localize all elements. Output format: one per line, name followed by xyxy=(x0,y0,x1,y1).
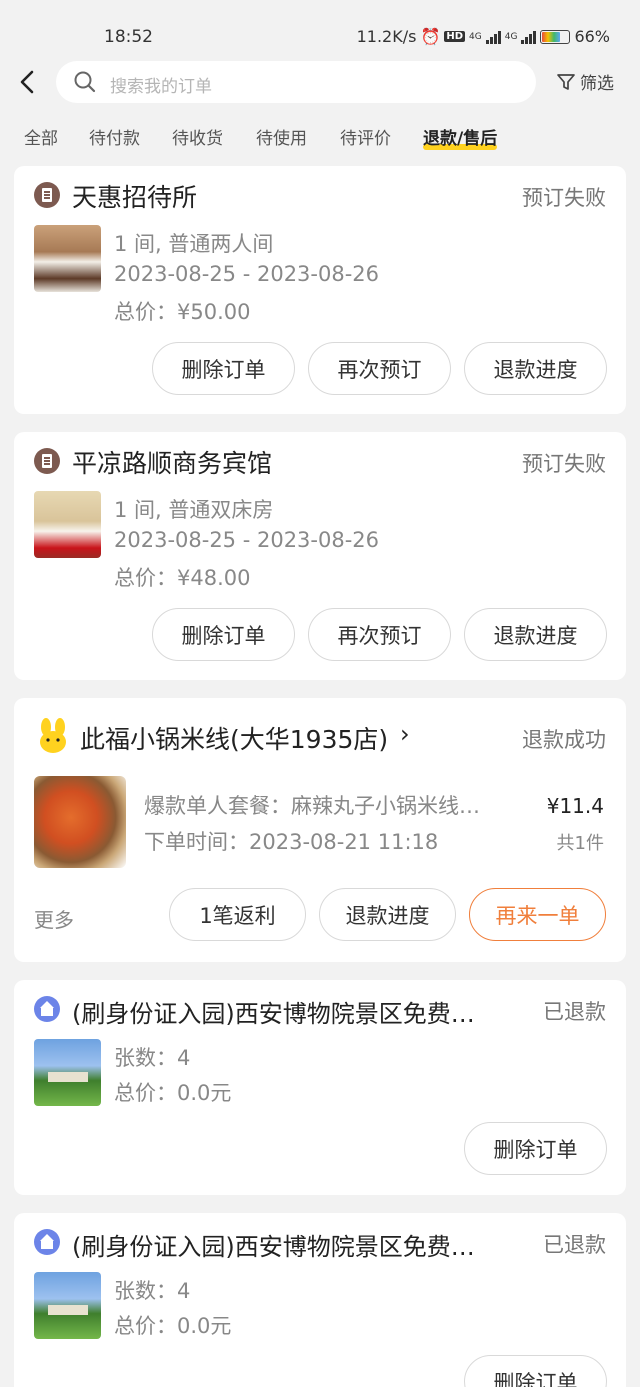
order-status: 退款成功 xyxy=(522,728,606,752)
tab-pending-use[interactable]: 待使用 xyxy=(256,124,307,149)
hotel-icon xyxy=(34,448,60,474)
room-type: 1 间, 普通双床房 xyxy=(114,498,274,522)
tab-pending-receipt[interactable]: 待收货 xyxy=(172,124,223,149)
search-bar-row: 搜索我的订单 筛选 xyxy=(0,60,640,104)
hotel-room-image xyxy=(34,491,101,558)
total-price: 总价：¥48.00 xyxy=(114,566,251,590)
delete-order-button[interactable]: 删除订单 xyxy=(464,1355,607,1387)
hotel-icon xyxy=(34,182,60,208)
order-card[interactable]: 平凉路顺商务宾馆 预订失败 1 间, 普通双床房 2023-08-25 - 20… xyxy=(14,432,626,680)
more-link[interactable]: 更多 xyxy=(34,904,74,933)
attraction-icon xyxy=(34,1229,60,1255)
museum-image xyxy=(34,1272,101,1339)
status-bar: 18:52 11.2K/s ⏰ HD 4G 4G 66% xyxy=(0,0,640,60)
order-card[interactable]: 天惠招待所 预订失败 1 间, 普通两人间 2023-08-25 - 2023-… xyxy=(14,166,626,414)
chevron-right-icon[interactable]: › xyxy=(400,720,410,748)
mascot-logo-icon xyxy=(40,718,66,753)
hotel-room-image xyxy=(34,225,101,292)
stay-dates: 2023-08-25 - 2023-08-26 xyxy=(114,528,380,552)
order-status: 已退款 xyxy=(543,1233,606,1257)
order-again-button[interactable]: 再来一单 xyxy=(469,888,606,941)
order-status: 已退款 xyxy=(543,1000,606,1024)
hd-badge: HD xyxy=(444,31,466,42)
room-type: 1 间, 普通两人间 xyxy=(114,232,274,256)
battery-level: 66% xyxy=(574,27,610,46)
attraction-icon xyxy=(34,996,60,1022)
rebate-button[interactable]: 1笔返利 xyxy=(169,888,306,941)
order-title: 平凉路顺商务宾馆 xyxy=(72,449,273,478)
tab-pending-payment[interactable]: 待付款 xyxy=(89,124,140,149)
refund-progress-button[interactable]: 退款进度 xyxy=(319,888,456,941)
tab-refund-aftersale[interactable]: 退款/售后 xyxy=(423,124,498,150)
status-icons: 11.2K/s ⏰ HD 4G 4G 66% xyxy=(357,27,610,46)
signal-label-1: 4G xyxy=(469,31,482,42)
item-quantity: 共1件 xyxy=(556,833,604,854)
store-title[interactable]: 此福小锅米线(大华1935店) xyxy=(80,720,388,756)
order-card[interactable]: (刷身份证入园)西安博物院景区免费… 已退款 张数：4 总价：0.0元 删除订单 xyxy=(14,1213,626,1387)
delete-order-button[interactable]: 删除订单 xyxy=(464,1122,607,1175)
order-card[interactable]: (刷身份证入园)西安博物院景区免费… 已退款 张数：4 总价：0.0元 删除订单 xyxy=(14,980,626,1195)
order-title: (刷身份证入园)西安博物院景区免费… xyxy=(72,1233,475,1261)
filter-label: 筛选 xyxy=(580,74,614,94)
refund-progress-button[interactable]: 退款进度 xyxy=(464,342,607,395)
delete-order-button[interactable]: 删除订单 xyxy=(152,608,295,661)
net-speed: 11.2K/s xyxy=(356,27,417,46)
total-price: 总价：0.0元 xyxy=(114,1314,232,1338)
search-placeholder: 搜索我的订单 xyxy=(110,77,212,97)
total-price: 总价：¥50.00 xyxy=(114,300,251,324)
item-price: ¥11.4 xyxy=(546,794,604,818)
search-input[interactable]: 搜索我的订单 xyxy=(56,61,536,103)
battery-icon xyxy=(540,29,571,44)
alarm-icon: ⏰ xyxy=(420,27,441,46)
signal-label-2: 4G xyxy=(504,31,518,42)
ticket-count: 张数：4 xyxy=(114,1046,191,1070)
order-time: 下单时间：2023-08-21 11:18 xyxy=(144,830,439,854)
order-status: 预订失败 xyxy=(522,186,606,210)
ticket-count: 张数：4 xyxy=(114,1279,191,1303)
order-title: 天惠招待所 xyxy=(72,183,198,212)
filter-button[interactable]: 筛选 xyxy=(556,69,614,94)
funnel-icon xyxy=(557,73,575,90)
book-again-button[interactable]: 再次预订 xyxy=(308,608,451,661)
back-arrow-icon[interactable] xyxy=(16,68,40,96)
order-status: 预订失败 xyxy=(522,452,606,476)
food-image xyxy=(34,776,126,868)
signal-icon-2 xyxy=(521,30,537,44)
stay-dates: 2023-08-25 - 2023-08-26 xyxy=(114,262,380,286)
tab-pending-review[interactable]: 待评价 xyxy=(340,124,391,149)
museum-image xyxy=(34,1039,101,1106)
search-icon xyxy=(74,71,96,93)
item-name: 爆款单人套餐：麻辣丸子小锅米线… xyxy=(144,794,480,818)
book-again-button[interactable]: 再次预订 xyxy=(308,342,451,395)
total-price: 总价：0.0元 xyxy=(114,1081,232,1105)
tab-all[interactable]: 全部 xyxy=(24,124,58,149)
order-tabs: 全部 待付款 待收货 待使用 待评价 退款/售后 xyxy=(0,118,640,158)
refund-progress-button[interactable]: 退款进度 xyxy=(464,608,607,661)
signal-icon xyxy=(485,30,501,44)
order-title: (刷身份证入园)西安博物院景区免费… xyxy=(72,1000,475,1028)
order-card[interactable]: 此福小锅米线(大华1935店) › 退款成功 爆款单人套餐：麻辣丸子小锅米线… … xyxy=(14,698,626,962)
delete-order-button[interactable]: 删除订单 xyxy=(152,342,295,395)
clock: 18:52 xyxy=(104,27,153,47)
